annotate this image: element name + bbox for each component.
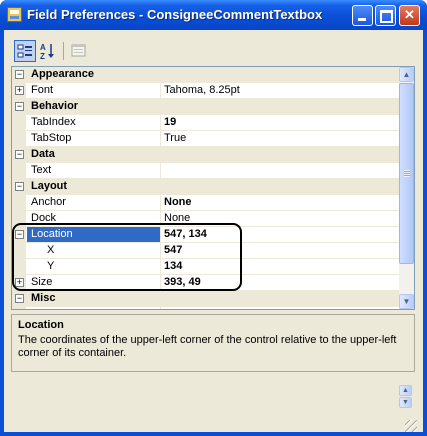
resize-grip-icon[interactable] [405,420,417,432]
categorized-view-button[interactable] [14,40,36,62]
toolbar-separator [63,42,64,60]
column-divider[interactable] [160,131,161,147]
alphabetical-view-button[interactable]: A Z [37,40,59,62]
property-pages-button[interactable] [68,40,90,62]
help-description: The coordinates of the upper-left corner… [18,334,397,359]
column-divider[interactable] [160,115,161,131]
collapse-icon[interactable]: − [15,102,24,111]
property-row[interactable] [12,307,399,309]
property-name: TabIndex [31,116,76,128]
property-name: Anchor [31,196,66,208]
pane-scroll-down-button[interactable]: ▼ [399,397,412,408]
property-row[interactable]: TabIndex 19 [12,115,399,131]
minimize-button[interactable] [352,5,373,26]
collapse-icon[interactable]: − [15,182,24,191]
grid-vertical-scrollbar[interactable]: ▲ ▼ [399,67,414,309]
title-bar[interactable]: Field Preferences - ConsigneeCommentText… [0,0,427,30]
expand-icon[interactable]: + [15,86,24,95]
window-title: Field Preferences - ConsigneeCommentText… [27,7,323,22]
category-row[interactable]: − Misc [12,291,399,307]
property-row[interactable]: + Font Tahoma, 8.25pt [12,83,399,99]
property-pages-icon [68,44,90,65]
property-name: Font [31,84,54,96]
maximize-button[interactable] [375,5,396,26]
property-value[interactable]: Tahoma, 8.25pt [164,84,240,96]
property-grid-toolbar: A Z [11,40,415,64]
category-row[interactable]: − Data [12,147,399,163]
help-pane: Location The coordinates of the upper-le… [11,314,415,372]
property-value[interactable]: 19 [164,116,176,128]
category-row[interactable]: − Layout [12,179,399,195]
window-frame: Field Preferences - ConsigneeCommentText… [0,0,427,436]
collapse-icon[interactable]: − [15,150,24,159]
category-label: Layout [31,180,68,192]
category-row[interactable]: − Appearance [12,67,399,83]
thumb-grip-icon [404,170,410,177]
property-row[interactable]: Anchor None [12,195,399,211]
category-row[interactable]: − Behavior [12,99,399,115]
property-name: TabStop [31,132,72,144]
category-label: Appearance [31,68,94,80]
categorized-icon [15,44,35,64]
close-icon: ✕ [404,7,415,22]
property-value[interactable]: True [164,132,186,144]
property-name: Text [31,164,52,176]
collapse-icon[interactable]: − [15,70,24,79]
column-divider[interactable] [160,83,161,99]
bottom-area [4,410,423,432]
alphabetical-sort-icon: A Z [37,43,59,65]
pane-scroll-up-button[interactable]: ▲ [399,385,412,396]
close-button[interactable]: ✕ [399,5,420,26]
scroll-thumb[interactable] [399,83,414,264]
minimize-icon [358,18,366,21]
property-row[interactable]: Text [12,163,399,179]
category-label: Data [31,148,55,160]
arrow-up-icon: ▲ [402,387,409,394]
column-divider[interactable] [160,195,161,211]
application-icon[interactable] [7,7,22,22]
scroll-up-button[interactable]: ▲ [399,67,414,82]
category-label: Misc [31,292,56,304]
column-divider[interactable] [160,163,161,179]
column-divider[interactable] [160,307,161,309]
arrow-up-icon: ▲ [402,70,411,79]
arrow-down-icon: ▼ [402,297,411,306]
property-row[interactable]: TabStop True [12,131,399,147]
maximize-icon [380,10,393,23]
svg-text:Z: Z [40,52,45,61]
scroll-down-button[interactable]: ▼ [399,294,414,309]
category-label: Behavior [31,100,79,112]
collapse-icon[interactable]: − [15,294,24,303]
help-title: Location [18,319,64,331]
annotation-highlight [12,223,242,291]
property-value[interactable]: None [164,196,192,208]
svg-text:A: A [40,43,46,52]
arrow-down-icon: ▼ [402,399,409,406]
